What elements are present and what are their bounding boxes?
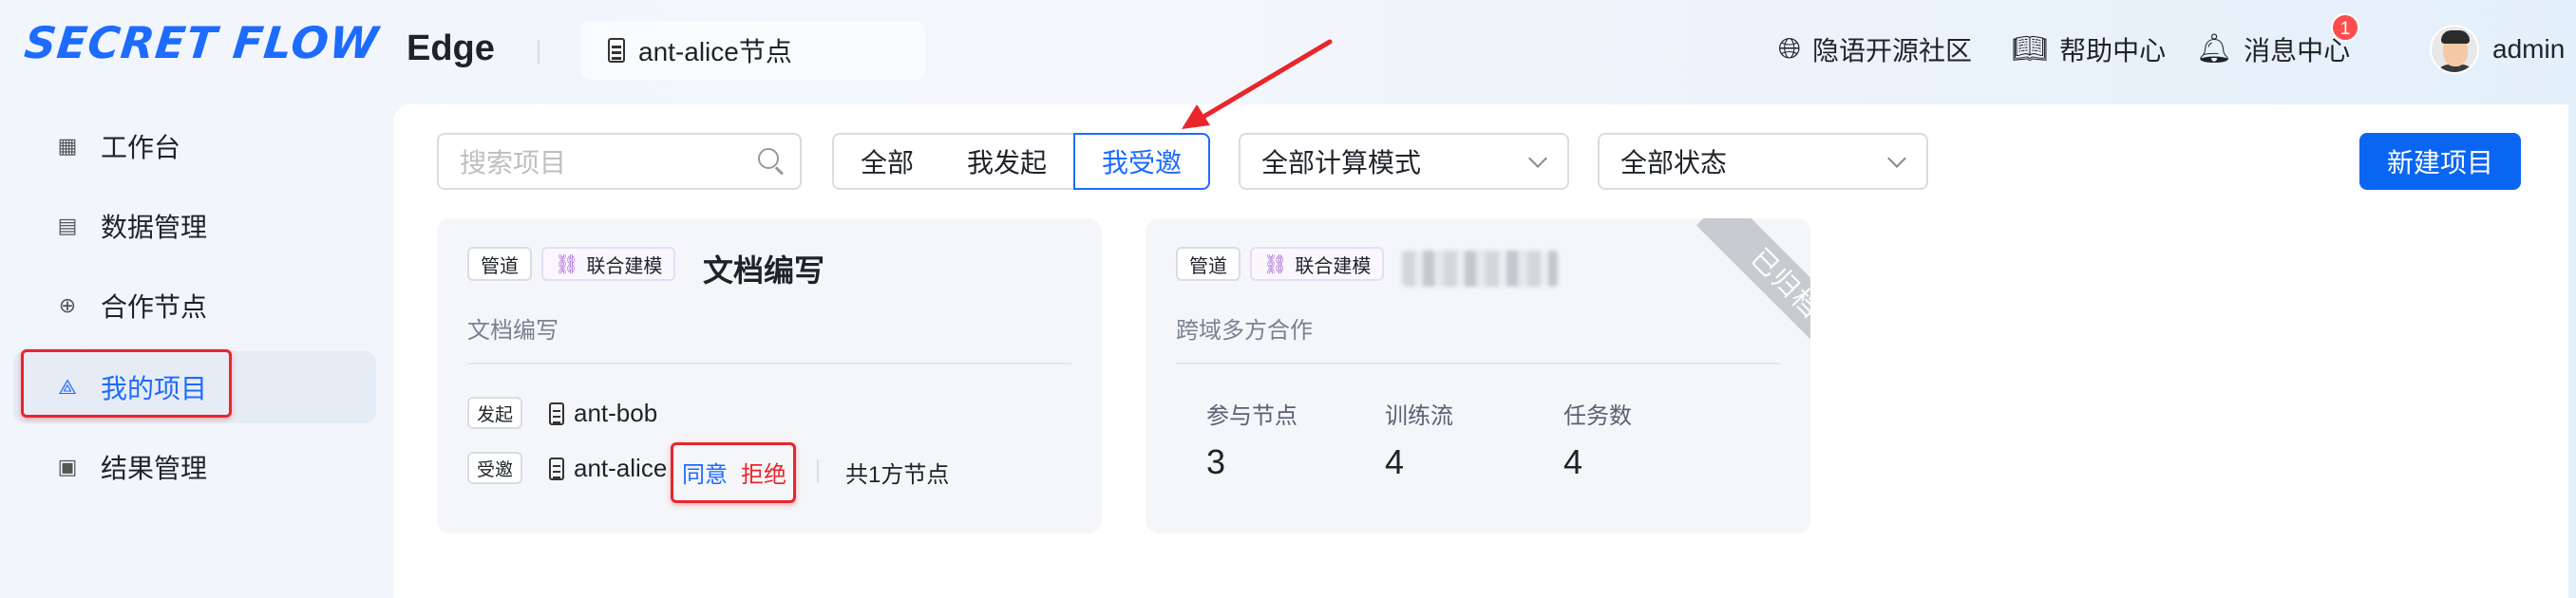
accept-button[interactable]: 同意 (682, 456, 728, 489)
invitee-node: ant-alice (549, 454, 667, 483)
project-card[interactable]: 管道 ⛓︎ 联合建模 文档编写 文档编写 发起 ant-bob 受邀 ant-a… (437, 218, 1102, 533)
help-center-link[interactable]: 📖︎ 帮助中心 (2012, 27, 2166, 72)
reject-button[interactable]: 拒绝 (741, 456, 786, 489)
compute-mode-select[interactable]: 全部计算模式 (1239, 133, 1569, 190)
message-center-link[interactable]: 🔔︎ 消息中心 (2196, 27, 2350, 72)
mode-tag-label: 联合建模 (586, 255, 663, 277)
filter-initiated[interactable]: 我发起 (940, 133, 1075, 190)
secretflow-logo[interactable]: SECRET FLOW (22, 17, 381, 68)
project-description: 跨域多方合作 (1176, 318, 1313, 344)
pipeline-tag: 管道 (1176, 247, 1241, 281)
stat-label: 训练流 (1385, 403, 1453, 429)
stat-label: 任务数 (1563, 403, 1632, 429)
stat-label: 参与节点 (1206, 403, 1297, 429)
username[interactable]: admin (2492, 34, 2565, 65)
node-count: 共1方节点 (845, 462, 950, 488)
help-label: 帮助中心 (2059, 36, 2167, 65)
sidebar-item-label: 我的项目 (101, 374, 208, 403)
stat-value: 4 (1563, 442, 1583, 481)
status-value: 全部状态 (1620, 148, 1728, 178)
sidebar-item-results[interactable]: ▣ 结果管理 (13, 431, 376, 503)
invitee-tag: 受邀 (467, 452, 523, 484)
annotation-arrow (1182, 39, 1333, 129)
sidebar-item-workbench[interactable]: ▦ 工作台 (13, 110, 376, 182)
card-divider (1176, 363, 1780, 364)
stat-value: 4 (1385, 442, 1405, 481)
header-divider (538, 40, 540, 65)
chevron-down-icon (1887, 149, 1906, 168)
project-description: 文档编写 (467, 318, 559, 344)
globe-icon: 🌐︎ (1778, 33, 1801, 65)
invitee-name: ant-alice (574, 454, 668, 482)
community-link[interactable]: 🌐︎ 隐语开源社区 (1778, 27, 1972, 72)
stat-value: 3 (1206, 442, 1226, 481)
sidebar-item-data[interactable]: ▤ 数据管理 (13, 190, 376, 262)
project-icon: ⟁ (58, 375, 77, 399)
sidebar-item-label: 工作台 (101, 133, 181, 162)
bell-icon: 🔔︎ (2196, 33, 2233, 65)
sidebar-item-label: 合作节点 (101, 292, 208, 322)
sidebar-item-label: 数据管理 (101, 213, 208, 242)
redacted-title (1402, 251, 1558, 287)
model-icon: ⛓︎ (555, 253, 579, 275)
node-icon (549, 457, 564, 480)
grid-icon: ▦ (57, 134, 78, 158)
filter-invited[interactable]: 我受邀 (1073, 133, 1210, 190)
project-title: 文档编写 (703, 253, 825, 288)
message-count-badge: 1 (2331, 13, 2359, 42)
community-label: 隐语开源社区 (1812, 36, 1973, 65)
sidebar-item-partners[interactable]: ⊕ 合作节点 (13, 270, 376, 342)
sidebar-item-label: 结果管理 (101, 454, 208, 483)
search-placeholder: 搜索项目 (460, 148, 567, 178)
search-icon (758, 148, 779, 169)
table-icon: ▤ (57, 214, 78, 237)
node-selector[interactable]: ant-alice节点 (581, 21, 925, 80)
pipeline-tag: 管道 (467, 247, 532, 281)
initiator-node: ant-bob (549, 399, 657, 428)
initiator-tag: 发起 (467, 397, 523, 429)
result-icon: ▣ (57, 455, 78, 478)
archived-ribbon-label: 已归档 (1695, 218, 1810, 361)
search-input[interactable]: 搜索项目 (437, 133, 802, 190)
divider (817, 459, 819, 482)
book-icon: 📖︎ (2012, 33, 2049, 65)
node-icon (549, 402, 564, 425)
initiator-name: ant-bob (574, 399, 658, 427)
mode-tag: ⛓︎ 联合建模 (1250, 247, 1385, 281)
chevron-down-icon (1528, 149, 1547, 168)
node-icon (608, 38, 625, 63)
new-project-button[interactable]: 新建项目 (2359, 133, 2521, 190)
mode-tag: ⛓︎ 联合建模 (541, 247, 676, 281)
archived-ribbon: 已归档 (1668, 218, 1810, 361)
filter-all[interactable]: 全部 (832, 133, 942, 190)
project-card[interactable]: 管道 ⛓︎ 联合建模 跨域多方合作 参与节点 3 训练流 4 任务数 4 已归档 (1146, 218, 1810, 533)
compute-mode-value: 全部计算模式 (1261, 148, 1422, 178)
mode-tag-label: 联合建模 (1295, 255, 1372, 277)
avatar[interactable] (2430, 25, 2479, 74)
status-select[interactable]: 全部状态 (1598, 133, 1928, 190)
node-selector-label: ant-alice节点 (638, 37, 792, 66)
card-divider (467, 363, 1071, 364)
globe-icon: ⊕ (58, 293, 77, 317)
model-icon: ⛓︎ (1263, 253, 1288, 275)
sidebar-item-projects[interactable]: ⟁ 我的项目 (13, 351, 376, 423)
env-title: Edge (407, 28, 495, 68)
